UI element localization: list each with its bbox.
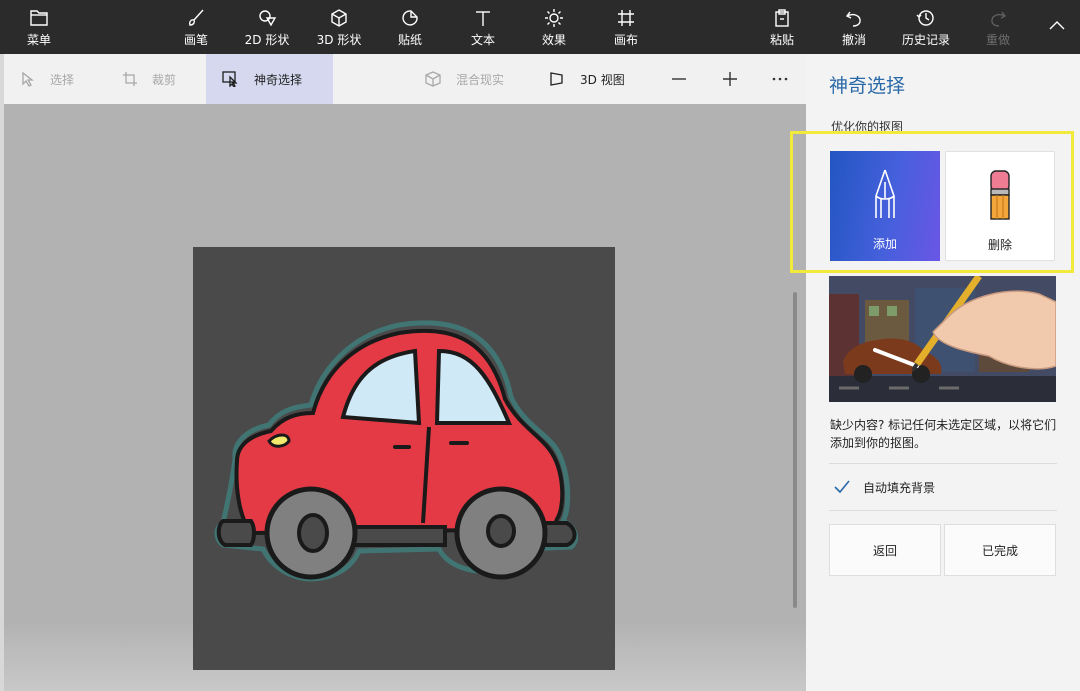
redo-label: 重做 [985, 32, 1010, 47]
shapes-3d-button[interactable]: 3D 形状 [314, 0, 364, 54]
eraser-icon [987, 168, 1013, 222]
shapes-2d-label: 2D 形状 [244, 32, 290, 47]
tutorial-illustration [829, 276, 1056, 402]
remove-mode-label: 删除 [987, 238, 1012, 252]
checkmark-icon [834, 480, 850, 494]
crop-label: 裁剪 [152, 72, 177, 87]
image-canvas[interactable] [193, 247, 615, 670]
undo-icon [843, 7, 865, 29]
crop-icon [123, 72, 137, 86]
mixed-reality-label: 混合现实 [456, 72, 505, 87]
remove-mode-button[interactable]: 删除 [945, 151, 1055, 261]
car-cutout-image [214, 320, 579, 582]
shapes-2d-button[interactable]: 2D 形状 [242, 0, 292, 54]
effects-label: 效果 [541, 32, 566, 47]
history-label: 历史记录 [901, 32, 950, 47]
stickers-label: 贴纸 [397, 32, 422, 47]
stickers-button[interactable]: 贴纸 [392, 0, 428, 54]
text-button[interactable]: 文本 [466, 0, 500, 54]
magic-select-label: 神奇选择 [254, 72, 303, 87]
text-label: 文本 [470, 32, 495, 47]
cursor-icon [22, 71, 34, 87]
plus-icon [723, 72, 737, 86]
panel-title: 神奇选择 [829, 75, 906, 97]
paste-label: 粘贴 [769, 32, 794, 47]
top-ribbon: 菜单 画笔 2D 形状 3D 形状 贴纸 文本 效果 画布 粘贴 撤消 历史记录… [0, 0, 1080, 54]
autofill-background-checkbox[interactable]: 自动填充背景 [833, 478, 935, 496]
minus-icon [672, 78, 686, 80]
folder-icon [28, 7, 50, 29]
select-label: 选择 [50, 72, 75, 87]
undo-label: 撤消 [841, 32, 866, 47]
chevron-up-icon [1046, 15, 1068, 37]
text-icon [472, 7, 494, 29]
mixed-reality-icon [425, 71, 441, 87]
zoom-out-button[interactable] [659, 54, 699, 104]
redo-button[interactable]: 重做 [980, 0, 1016, 54]
magic-select-tool[interactable]: 神奇选择 [206, 54, 333, 104]
cube-icon [328, 7, 350, 29]
more-options-button[interactable] [760, 54, 800, 104]
crop-tool[interactable]: 裁剪 [122, 54, 202, 104]
paste-button[interactable]: 粘贴 [764, 0, 800, 54]
menu-button[interactable]: 菜单 [22, 0, 56, 54]
magic-select-icon [222, 71, 238, 87]
canvas-button[interactable]: 画布 [608, 0, 644, 54]
tool-options-bar: 选择 裁剪 神奇选择 混合现实 3D 视图 [0, 54, 806, 104]
brushes-label: 画笔 [183, 32, 208, 47]
view-3d-label: 3D 视图 [580, 72, 625, 87]
brushes-button[interactable]: 画笔 [176, 0, 216, 54]
add-mode-label: 添加 [872, 237, 897, 251]
done-button[interactable]: 已完成 [944, 524, 1056, 576]
history-button[interactable]: 历史记录 [898, 0, 954, 54]
canvas-label: 画布 [613, 32, 638, 47]
add-mode-button[interactable]: 添加 [830, 151, 940, 261]
magic-select-panel: 神奇选择 优化你的抠图 添加 删除 缺少内容? 标记任何未选定区域，以将它们添加… [806, 54, 1080, 691]
canvas-left-edge [0, 54, 4, 691]
shapes-2d-icon [256, 7, 278, 29]
shapes-3d-label: 3D 形状 [316, 32, 362, 47]
clipboard-icon [771, 7, 793, 29]
collapse-ribbon-button[interactable] [1042, 0, 1072, 54]
more-icon [772, 77, 788, 81]
undo-button[interactable]: 撤消 [836, 0, 872, 54]
zoom-in-button[interactable] [710, 54, 750, 104]
divider-bottom [829, 510, 1057, 511]
select-tool[interactable]: 选择 [20, 54, 100, 104]
canvas-grid-icon [615, 7, 637, 29]
autofill-background-label: 自动填充背景 [863, 480, 936, 495]
divider-top [829, 463, 1057, 464]
panel-description: 缺少内容? 标记任何未选定区域，以将它们添加到你的抠图。 [830, 418, 1057, 450]
menu-label: 菜单 [26, 32, 51, 47]
redo-icon [987, 7, 1009, 29]
view-3d-icon [550, 72, 563, 86]
mixed-reality-tool[interactable]: 混合现实 [424, 54, 524, 104]
view-3d-tool[interactable]: 3D 视图 [548, 54, 648, 104]
effects-button[interactable]: 效果 [537, 0, 571, 54]
panel-subtitle: 优化你的抠图 [831, 120, 904, 134]
sun-icon [543, 7, 565, 29]
vertical-scrollbar[interactable] [793, 292, 797, 608]
sticker-icon [399, 7, 421, 29]
brush-icon [185, 7, 207, 29]
history-icon [915, 7, 937, 29]
back-button[interactable]: 返回 [829, 524, 941, 576]
pen-icon [872, 167, 898, 221]
